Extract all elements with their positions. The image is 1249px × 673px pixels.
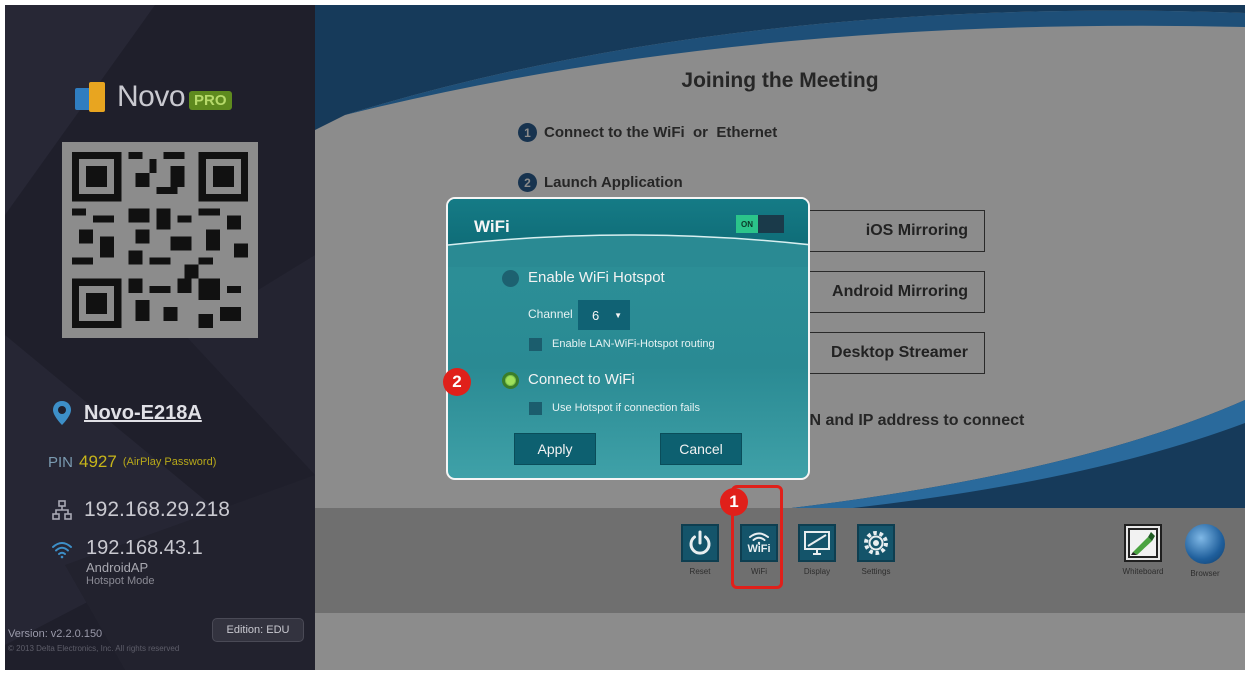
lan-ip-row: 192.168.29.218 — [50, 498, 230, 522]
hotspot-ssid: AndroidAP — [86, 560, 149, 575]
hotspot-info: 192.168.43.1 AndroidAP Hotspot Mode — [50, 537, 203, 587]
location-pin-icon — [50, 400, 74, 426]
whiteboard-icon — [1124, 524, 1162, 562]
display-label: Display — [803, 567, 831, 576]
power-icon — [681, 524, 719, 562]
channel-select[interactable]: 6 ▼ — [578, 300, 630, 330]
airplay-password-note: (AirPlay Password) — [122, 456, 217, 468]
browser-tool[interactable]: Browser — [1183, 524, 1227, 578]
reset-tool[interactable]: Reset — [678, 524, 722, 576]
lan-ip-address: 192.168.29.218 — [84, 498, 230, 521]
dropdown-arrow-icon: ▼ — [614, 310, 622, 320]
pin-label: PIN — [48, 453, 74, 471]
display-icon — [798, 524, 836, 562]
device-name-row: Novo-E218A — [50, 400, 202, 426]
step-1: 1 Connect to the WiFi or Ethernet — [518, 123, 777, 142]
use-hotspot-label: Use Hotspot if connection fails — [552, 402, 700, 414]
reset-label: Reset — [689, 567, 711, 576]
step-2-text: Launch Application — [544, 174, 683, 191]
qr-code — [62, 142, 258, 338]
step-1-number: 1 — [518, 123, 537, 142]
annotation-badge-1: 1 — [720, 488, 748, 516]
wifi-toggle-on-label: ON — [736, 215, 758, 233]
novo-logo-icon — [75, 80, 109, 114]
app-frame: Novo PRO Novo-E218A PIN 4927 (AirPlay Pa… — [5, 5, 1245, 670]
cancel-button[interactable]: Cancel — [660, 433, 742, 465]
sidebar: Novo PRO Novo-E218A PIN 4927 (AirPlay Pa… — [5, 5, 315, 670]
browser-label: Browser — [1190, 569, 1220, 578]
channel-label: Channel — [528, 307, 573, 321]
annotation-badge-2: 2 — [443, 368, 471, 396]
step-2-number: 2 — [518, 173, 537, 192]
copyright-text: © 2013 Delta Electronics, Inc. All right… — [8, 644, 180, 653]
connect-wifi-radio[interactable] — [502, 372, 519, 389]
globe-icon — [1185, 524, 1225, 564]
novo-logo: Novo PRO — [75, 80, 232, 114]
gear-icon — [857, 524, 895, 562]
version-text: Version: v2.2.0.150 — [8, 628, 103, 640]
hotspot-mode: Hotspot Mode — [86, 575, 155, 587]
whiteboard-tool[interactable]: Whiteboard — [1121, 524, 1165, 576]
edition-badge: Edition: EDU — [212, 618, 304, 642]
use-hotspot-checkbox[interactable] — [529, 402, 542, 415]
pin-row: PIN 4927 (AirPlay Password) — [48, 452, 216, 472]
hotspot-ip-address: 192.168.43.1 — [86, 537, 203, 559]
wifi-toggle[interactable]: ON — [736, 215, 784, 233]
qr-code-icon — [72, 152, 248, 328]
ios-mirroring-button[interactable]: iOS Mirroring — [785, 210, 985, 252]
hotspot-option-label: Enable WiFi Hotspot — [528, 269, 665, 286]
page-title: Joining the Meeting — [681, 69, 879, 92]
device-name-link[interactable]: Novo-E218A — [84, 402, 202, 425]
wifi-dialog-title: WiFi — [474, 217, 510, 236]
android-mirroring-button[interactable]: Android Mirroring — [785, 271, 985, 313]
pin-value: 4927 — [79, 452, 117, 471]
whiteboard-label: Whiteboard — [1122, 567, 1164, 576]
lan-routing-label: Enable LAN-WiFi-Hotspot routing — [552, 338, 715, 350]
lan-routing-checkbox[interactable] — [529, 338, 542, 351]
apply-button[interactable]: Apply — [514, 433, 596, 465]
hotspot-details: 192.168.43.1 AndroidAP Hotspot Mode — [86, 537, 203, 587]
wifi-signal-icon — [50, 541, 74, 587]
channel-value: 6 — [592, 307, 600, 323]
settings-label: Settings — [861, 567, 891, 576]
step-1-text: Connect to the WiFi or Ethernet — [544, 124, 778, 141]
logo-text: Novo — [117, 80, 186, 113]
display-tool[interactable]: Display — [795, 524, 839, 576]
connect-instructions: IN and IP address to connect — [805, 412, 1025, 429]
hotspot-radio[interactable] — [502, 270, 519, 287]
network-icon — [50, 500, 74, 520]
step-2: 2 Launch Application — [518, 173, 683, 192]
settings-tool[interactable]: Settings — [854, 524, 898, 576]
logo-pro-badge: PRO — [189, 90, 232, 110]
connect-wifi-option-label: Connect to WiFi — [528, 371, 635, 388]
desktop-streamer-button[interactable]: Desktop Streamer — [785, 332, 985, 374]
